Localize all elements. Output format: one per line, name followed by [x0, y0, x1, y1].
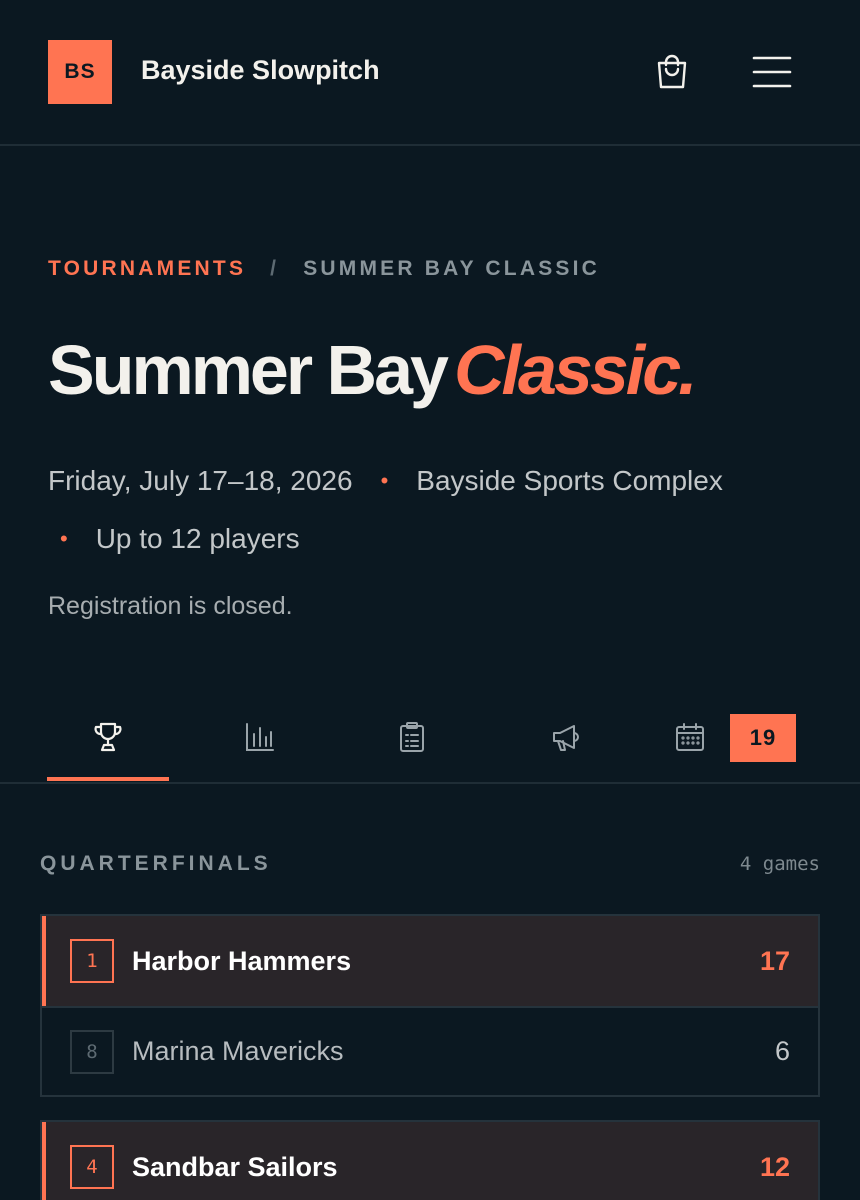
hamburger-menu-icon[interactable] — [751, 52, 793, 92]
tournament-location: Bayside Sports Complex — [416, 465, 723, 496]
team-score: 12 — [759, 1151, 790, 1182]
breadcrumb-separator: / — [270, 257, 280, 280]
team-name: Marina Mavericks — [132, 1036, 344, 1066]
megaphone-icon[interactable] — [549, 720, 583, 754]
tournament-roster-size: Up to 12 players — [95, 523, 300, 554]
site-logo[interactable]: BS — [48, 40, 112, 104]
shopping-bag-icon[interactable] — [652, 52, 692, 92]
meta-bullet: • — [60, 526, 68, 551]
tab-active-indicator — [47, 777, 169, 781]
matchup-card[interactable]: 1 Harbor Hammers 17 8 Marina Mavericks 6 — [40, 914, 820, 1097]
tournament-date: Friday, July 17–18, 2026 — [48, 465, 353, 496]
trophy-icon[interactable] — [91, 720, 125, 754]
breadcrumb-current: SUMMER BAY CLASSIC — [303, 257, 601, 280]
team-seed: 8 — [70, 1029, 114, 1074]
team-seed: 4 — [70, 1145, 114, 1189]
clipboard-icon[interactable] — [395, 720, 429, 754]
page-title: Summer Bay Classic. — [48, 330, 698, 410]
calendar-icon[interactable] — [673, 720, 707, 754]
matchup-winner-row[interactable]: 4 Sandbar Sailors 12 — [42, 1122, 818, 1200]
site-name[interactable]: Bayside Slowpitch — [141, 55, 380, 86]
team-score: 6 — [774, 1036, 790, 1066]
page-title-main: Summer Bay — [48, 331, 449, 409]
meta-bullet: • — [380, 468, 389, 493]
breadcrumb: TOURNAMENTS / SUMMER BAY CLASSIC — [48, 257, 600, 281]
team-seed: 1 — [70, 939, 114, 983]
site-header: BS Bayside Slowpitch — [0, 0, 860, 146]
date-badge[interactable]: 19 — [730, 714, 796, 762]
meta-line-2: • Up to 12 players — [48, 510, 818, 568]
matchup-winner-row[interactable]: 1 Harbor Hammers 17 — [42, 916, 818, 1006]
team-score: 17 — [759, 945, 790, 976]
meta-line-1: Friday, July 17–18, 2026 • Bayside Sport… — [48, 452, 818, 510]
breadcrumb-tournaments-link[interactable]: TOURNAMENTS — [48, 257, 246, 281]
matchup-loser-row[interactable]: 8 Marina Mavericks 6 — [42, 1006, 818, 1095]
tournament-tabs: 19 — [0, 700, 860, 784]
registration-status: Registration is closed. — [48, 592, 293, 620]
round-title: QUARTERFINALS — [40, 852, 272, 875]
bar-chart-icon[interactable] — [243, 720, 277, 754]
tournament-meta: Friday, July 17–18, 2026 • Bayside Sport… — [48, 452, 818, 568]
matchup-card[interactable]: 4 Sandbar Sailors 12 — [40, 1120, 820, 1200]
team-name: Harbor Hammers — [132, 945, 352, 976]
team-name: Sandbar Sailors — [132, 1151, 338, 1182]
round-game-count: 4 games — [739, 853, 820, 875]
page-title-accent: Classic. — [453, 331, 698, 409]
